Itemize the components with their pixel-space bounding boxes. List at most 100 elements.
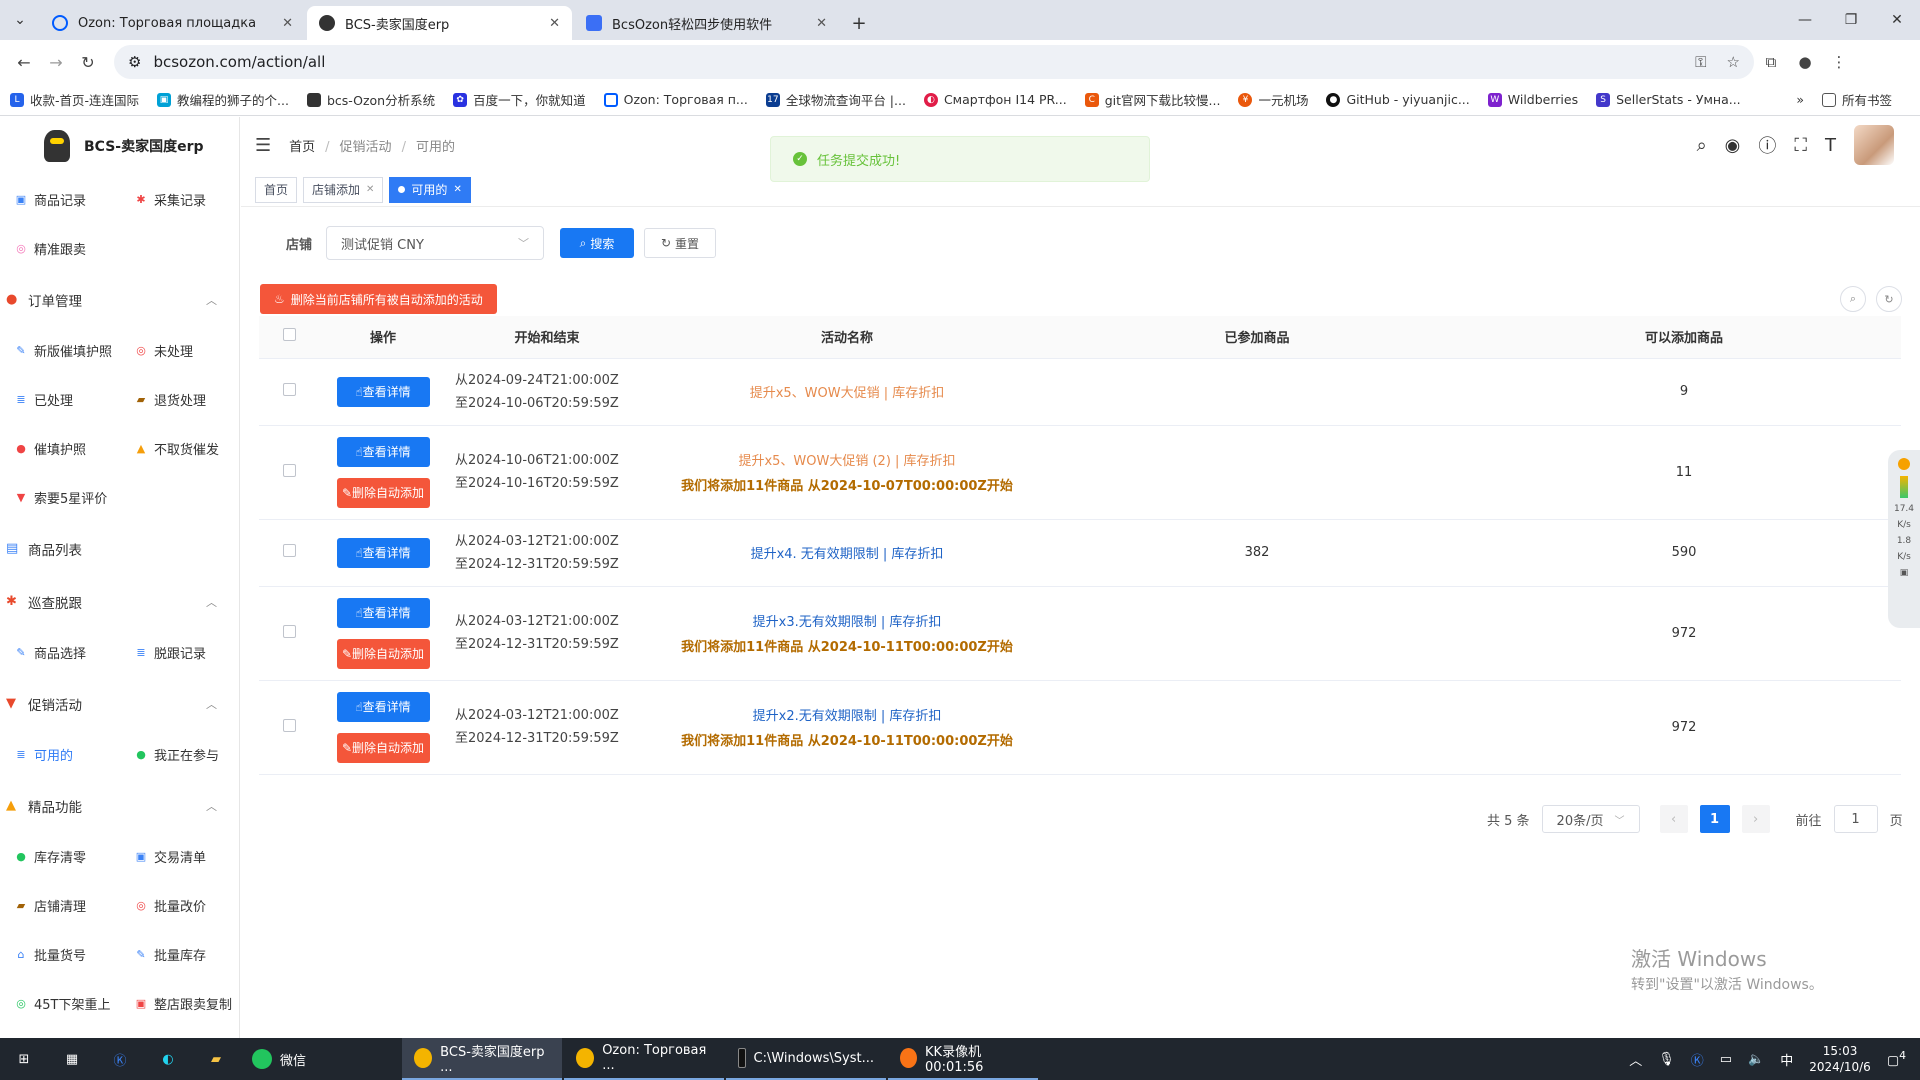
close-tag-icon[interactable]: ✕: [366, 184, 374, 195]
bookmark-star-icon[interactable]: ☆: [1727, 53, 1740, 71]
url-text[interactable]: bcsozon.com/action/all: [153, 53, 325, 71]
sidebar-item-participating[interactable]: ● 我正在参与: [134, 730, 239, 779]
bookmark-item[interactable]: S SellerStats - Умна...: [1596, 92, 1741, 107]
sidebar-item-clear-stock[interactable]: ● 库存清零: [14, 832, 134, 881]
reset-button[interactable]: ↻ 重置: [644, 228, 717, 258]
delete-auto-add-button[interactable]: ✎ 删除自动添加: [336, 732, 430, 763]
browser-tab-bcsozon[interactable]: BcsOzon轻松四步使用软件 ✕: [574, 6, 839, 40]
close-tag-icon[interactable]: ✕: [453, 184, 461, 195]
start-icon[interactable]: ⊞: [0, 1038, 48, 1080]
bookmark-item[interactable]: 17 全球物流查询平台 |...: [765, 90, 906, 109]
row-checkbox[interactable]: [282, 718, 296, 732]
edge-icon[interactable]: ◐: [144, 1038, 192, 1080]
more-bookmarks-icon[interactable]: »: [1796, 92, 1804, 107]
bookmark-item[interactable]: bcs-Ozon分析系统: [306, 90, 435, 109]
view-details-button[interactable]: ☝ 查看详情: [336, 436, 430, 467]
fullscreen-icon[interactable]: ⛶: [1794, 135, 1807, 156]
tag-shop-add[interactable]: 店铺添加 ✕: [303, 176, 384, 203]
restore-icon[interactable]: ❐: [1828, 0, 1874, 40]
all-bookmarks[interactable]: 所有书签: [1821, 90, 1892, 109]
sidebar-group-premium[interactable]: ▲ 精品功能 ︿: [0, 779, 239, 832]
bookmark-item[interactable]: W Wildberries: [1487, 92, 1578, 107]
app-logo[interactable]: BCS-卖家国度erp: [0, 117, 239, 175]
taskbar-app-wechat[interactable]: 微信: [240, 1038, 360, 1080]
profile-icon[interactable]: ●: [1788, 53, 1822, 71]
row-checkbox[interactable]: [282, 544, 296, 557]
microphone-icon[interactable]: 🎙: [1658, 1052, 1675, 1067]
password-key-icon[interactable]: ⚿: [1695, 53, 1706, 71]
row-checkbox[interactable]: [282, 624, 296, 638]
font-size-icon[interactable]: T: [1825, 135, 1836, 156]
sidebar-item-no-pickup[interactable]: ▲ 不取货催发: [134, 424, 239, 473]
sidebar-item-detach-records[interactable]: ≣ 脱跟记录: [134, 628, 239, 677]
select-all-checkbox[interactable]: [282, 328, 296, 342]
back-icon[interactable]: ←: [8, 46, 40, 78]
reload-icon[interactable]: ↻: [72, 46, 104, 78]
taskbar-app-cmd[interactable]: C:\Windows\Syst...: [726, 1038, 886, 1080]
menu-dots-icon[interactable]: ⋮: [1822, 53, 1856, 71]
tray-expand-icon[interactable]: ︿: [1629, 1050, 1642, 1069]
tag-available[interactable]: 可用的 ✕: [389, 176, 471, 203]
ime-indicator[interactable]: 中: [1780, 1050, 1793, 1069]
view-details-button[interactable]: ☝ 查看详情: [336, 376, 430, 407]
shop-select[interactable]: 测试促销 CNY ﹀: [326, 226, 545, 260]
volume-icon[interactable]: 🔈: [1748, 1052, 1764, 1067]
view-details-button[interactable]: ☝ 查看详情: [336, 597, 430, 628]
omnibox[interactable]: ⚙ bcsozon.com/action/all ⚿ ☆: [114, 45, 1754, 79]
sidebar-item-processed[interactable]: ≣ 已处理: [14, 375, 134, 424]
close-window-icon[interactable]: ✕: [1874, 0, 1920, 40]
sidebar-item-product-records[interactable]: ▣ 商品记录: [14, 175, 134, 224]
sidebar-group-orders[interactable]: ● 订单管理 ︿: [0, 273, 239, 326]
sidebar-item-transactions[interactable]: ▣ 交易清单: [134, 832, 239, 881]
sidebar-item-unprocessed[interactable]: ◎ 未处理: [134, 326, 239, 375]
close-tab-icon[interactable]: ✕: [816, 16, 827, 31]
sidebar-group-patrol[interactable]: ✱ 巡查脱跟 ︿: [0, 575, 239, 628]
row-checkbox[interactable]: [282, 463, 296, 477]
prev-page-button[interactable]: ‹: [1659, 805, 1688, 833]
sidebar-group-promotions[interactable]: ▼ 促销活动 ︿: [0, 677, 239, 730]
view-details-button[interactable]: ☝ 查看详情: [336, 537, 430, 568]
close-tab-icon[interactable]: ✕: [282, 16, 293, 31]
file-explorer-icon[interactable]: ▰: [192, 1038, 240, 1080]
tab-search-icon[interactable]: ⌄: [0, 0, 40, 40]
extensions-icon[interactable]: ⧉: [1754, 53, 1788, 71]
activity-name[interactable]: 提升x3.无有效期限制 | 库存折扣: [647, 611, 1047, 630]
sidebar-item-shop-cleanup[interactable]: ▰ 店铺清理: [14, 881, 134, 930]
sidebar-item-batch-price[interactable]: ◎ 批量改价: [134, 881, 239, 930]
sidebar-item-available[interactable]: ≣ 可用的: [14, 730, 134, 779]
taskbar-app-kk-recorder[interactable]: KK录像机 00:01:56: [888, 1038, 1038, 1080]
minimize-icon[interactable]: —: [1782, 0, 1828, 40]
goto-page-input[interactable]: 1: [1833, 805, 1878, 833]
network-icon[interactable]: ▭: [1720, 1052, 1732, 1067]
tag-home[interactable]: 首页: [255, 176, 298, 203]
view-details-button[interactable]: ☝ 查看详情: [336, 691, 430, 722]
page-number-current[interactable]: 1: [1699, 805, 1730, 833]
site-info-icon[interactable]: ⚙: [128, 53, 141, 71]
sidebar-item-returns[interactable]: ▰ 退货处理: [134, 375, 239, 424]
new-tab-button[interactable]: +: [841, 6, 877, 40]
search-icon[interactable]: ⌕: [1697, 135, 1707, 156]
next-page-button[interactable]: ›: [1741, 805, 1770, 833]
sidebar-item-product-select[interactable]: ✎ 商品选择: [14, 628, 134, 677]
network-float-widget[interactable]: 17.4 K/s 1.8 K/s ▣: [1888, 450, 1920, 628]
github-icon[interactable]: ◉: [1725, 135, 1741, 156]
bookmark-item[interactable]: ✿ 百度一下，你就知道: [453, 90, 586, 109]
menu-toggle-icon[interactable]: ☰: [255, 135, 271, 156]
delete-all-auto-added-button[interactable]: ♨ 删除当前店铺所有被自动添加的活动: [260, 284, 497, 314]
notification-icon[interactable]: ▢4: [1887, 1049, 1906, 1068]
bookmark-item[interactable]: ◐ Смартфон I14 PR...: [923, 92, 1067, 107]
sidebar-item-passport-reminder[interactable]: ● 催填护照: [14, 424, 134, 473]
sidebar-item-shop-copy[interactable]: ▣ 整店跟卖复制: [134, 979, 239, 1028]
breadcrumb-home[interactable]: 首页: [289, 140, 315, 155]
sidebar-group-product-list[interactable]: ▤ 商品列表: [0, 522, 239, 575]
taskbar-app-chrome-bcs[interactable]: BCS-卖家国度erp ...: [402, 1038, 562, 1080]
kk-app-icon[interactable]: Ⓚ: [96, 1038, 144, 1080]
task-view-icon[interactable]: ▦: [48, 1038, 96, 1080]
search-button[interactable]: ⌕ 搜索: [560, 228, 635, 258]
sidebar-item-batch-sku[interactable]: ⌂ 批量货号: [14, 930, 134, 979]
delete-auto-add-button[interactable]: ✎ 删除自动添加: [336, 477, 430, 508]
toggle-search-icon[interactable]: ⌕: [1840, 286, 1866, 312]
close-tab-icon[interactable]: ✕: [549, 16, 560, 31]
sidebar-item-precise-follow[interactable]: ◎ 精准跟卖: [14, 224, 134, 273]
activity-name[interactable]: 提升x5、WOW大促销 (2) | 库存折扣: [647, 450, 1047, 469]
